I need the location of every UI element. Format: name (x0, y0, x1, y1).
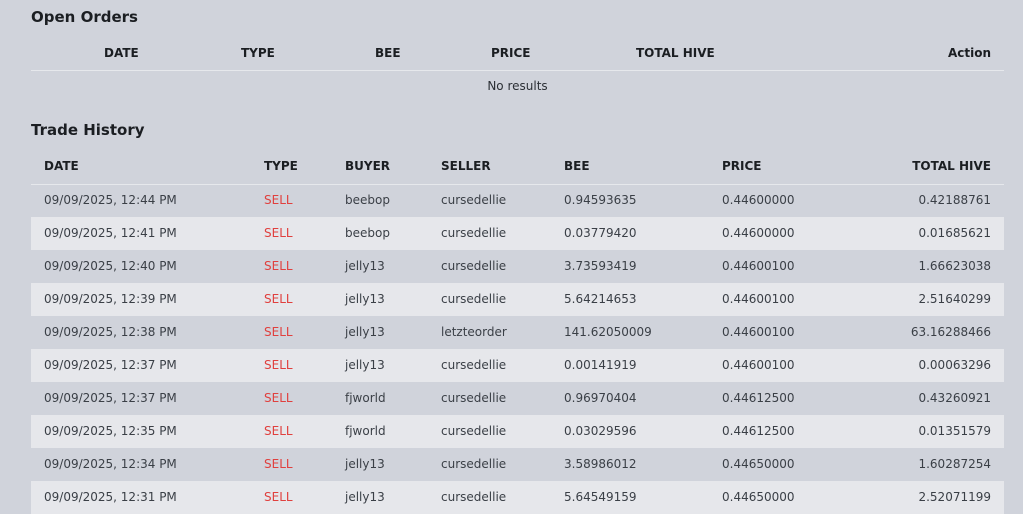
cell-buyer: jelly13 (345, 292, 385, 306)
col-date: DATE (44, 159, 79, 173)
cell-total-hive: 0.01351579 (918, 424, 991, 438)
cell-bee: 141.62050009 (564, 325, 652, 339)
cell-total-hive: 0.43260921 (918, 391, 991, 405)
open-orders-header: DATE TYPE BEE PRICE TOTAL HIVE Action (31, 38, 1004, 71)
cell-bee: 3.73593419 (564, 259, 637, 273)
cell-total-hive: 2.51640299 (918, 292, 991, 306)
trade-history-title: Trade History (31, 121, 145, 139)
cell-date: 09/09/2025, 12:41 PM (44, 226, 177, 240)
cell-buyer: jelly13 (345, 325, 385, 339)
table-row: 09/09/2025, 12:37 PM SELL jelly13 cursedell… (31, 349, 1004, 382)
col-buyer: BUYER (345, 159, 391, 173)
cell-seller: cursedellie (441, 292, 507, 306)
cell-buyer: jelly13 (345, 490, 385, 504)
col-seller: SELLER (441, 159, 491, 173)
cell-buyer: jelly13 (345, 358, 385, 372)
col-date: DATE (104, 46, 139, 60)
cell-seller: cursedellie (441, 490, 507, 504)
cell-date: 09/09/2025, 12:40 PM (44, 259, 177, 273)
cell-total-hive: 63.16288466 (910, 325, 991, 339)
cell-date: 09/09/2025, 12:44 PM (44, 193, 177, 207)
col-price: PRICE (722, 159, 762, 173)
cell-type: SELL (264, 292, 293, 306)
table-row: 09/09/2025, 12:39 PM SELL jelly13 cursedell… (31, 283, 1004, 316)
cell-total-hive: 0.00063296 (918, 358, 991, 372)
col-price: PRICE (491, 46, 531, 60)
table-row: 09/09/2025, 12:44 PM SELL beebop cursedelli… (31, 184, 1004, 217)
cell-seller: letzteorder (441, 325, 507, 339)
cell-buyer: jelly13 (345, 259, 385, 273)
cell-price: 0.44600100 (722, 259, 795, 273)
cell-seller: cursedellie (441, 457, 507, 471)
cell-buyer: jelly13 (345, 457, 385, 471)
col-action: Action (947, 46, 991, 60)
cell-type: SELL (264, 358, 293, 372)
cell-total-hive: 1.60287254 (918, 457, 991, 471)
cell-date: 09/09/2025, 12:39 PM (44, 292, 177, 306)
cell-type: SELL (264, 457, 293, 471)
cell-type: SELL (264, 424, 293, 438)
cell-price: 0.44600100 (722, 325, 795, 339)
cell-date: 09/09/2025, 12:38 PM (44, 325, 177, 339)
cell-bee: 0.03779420 (564, 226, 637, 240)
col-bee: BEE (375, 46, 401, 60)
cell-seller: cursedellie (441, 424, 507, 438)
cell-price: 0.44600000 (722, 226, 795, 240)
table-row: 09/09/2025, 12:35 PM SELL fjworld cursedell… (31, 415, 1004, 448)
trade-history-rows: 09/09/2025, 12:44 PM SELL beebop cursedelli… (31, 184, 1004, 514)
cell-type: SELL (264, 325, 293, 339)
table-row: 09/09/2025, 12:37 PM SELL fjworld cursedell… (31, 382, 1004, 415)
trade-history-header: DATE TYPE BUYER SELLER BEE PRICE TOTAL H… (31, 150, 1004, 185)
cell-total-hive: 2.52071199 (918, 490, 991, 504)
cell-bee: 0.03029596 (564, 424, 637, 438)
cell-date: 09/09/2025, 12:37 PM (44, 391, 177, 405)
cell-date: 09/09/2025, 12:34 PM (44, 457, 177, 471)
cell-type: SELL (264, 490, 293, 504)
cell-date: 09/09/2025, 12:31 PM (44, 490, 177, 504)
cell-price: 0.44612500 (722, 391, 795, 405)
cell-total-hive: 0.42188761 (918, 193, 991, 207)
cell-bee: 5.64214653 (564, 292, 637, 306)
cell-bee: 0.00141919 (564, 358, 637, 372)
table-row: 09/09/2025, 12:34 PM SELL jelly13 cursedell… (31, 448, 1004, 481)
cell-seller: cursedellie (441, 259, 507, 273)
col-type: TYPE (264, 159, 298, 173)
cell-price: 0.44600100 (722, 292, 795, 306)
cell-buyer: fjworld (345, 424, 386, 438)
col-bee: BEE (564, 159, 590, 173)
cell-bee: 0.94593635 (564, 193, 637, 207)
cell-type: SELL (264, 226, 293, 240)
cell-date: 09/09/2025, 12:35 PM (44, 424, 177, 438)
cell-seller: cursedellie (441, 391, 507, 405)
cell-seller: cursedellie (441, 193, 507, 207)
col-total-hive: TOTAL HIVE (912, 159, 991, 173)
cell-price: 0.44600100 (722, 358, 795, 372)
cell-total-hive: 1.66623038 (918, 259, 991, 273)
table-row: 09/09/2025, 12:31 PM SELL jelly13 cursedell… (31, 481, 1004, 514)
table-row: 09/09/2025, 12:40 PM SELL jelly13 cursedell… (31, 250, 1004, 283)
cell-buyer: fjworld (345, 391, 386, 405)
cell-seller: cursedellie (441, 358, 507, 372)
cell-date: 09/09/2025, 12:37 PM (44, 358, 177, 372)
col-total-hive: TOTAL HIVE (636, 46, 715, 60)
cell-price: 0.44650000 (722, 457, 795, 471)
cell-type: SELL (264, 259, 293, 273)
col-type: TYPE (241, 46, 275, 60)
cell-bee: 0.96970404 (564, 391, 637, 405)
cell-price: 0.44650000 (722, 490, 795, 504)
cell-bee: 5.64549159 (564, 490, 637, 504)
cell-bee: 3.58986012 (564, 457, 637, 471)
cell-type: SELL (264, 193, 293, 207)
cell-type: SELL (264, 391, 293, 405)
cell-price: 0.44612500 (722, 424, 795, 438)
no-results-text: No results (487, 79, 548, 93)
open-orders-title: Open Orders (31, 8, 138, 26)
table-row: 09/09/2025, 12:41 PM SELL beebop cursedelli… (31, 217, 1004, 250)
cell-buyer: beebop (345, 193, 390, 207)
cell-price: 0.44600000 (722, 193, 795, 207)
cell-seller: cursedellie (441, 226, 507, 240)
cell-total-hive: 0.01685621 (918, 226, 991, 240)
cell-buyer: beebop (345, 226, 390, 240)
table-row: 09/09/2025, 12:38 PM SELL jelly13 letzteord… (31, 316, 1004, 349)
